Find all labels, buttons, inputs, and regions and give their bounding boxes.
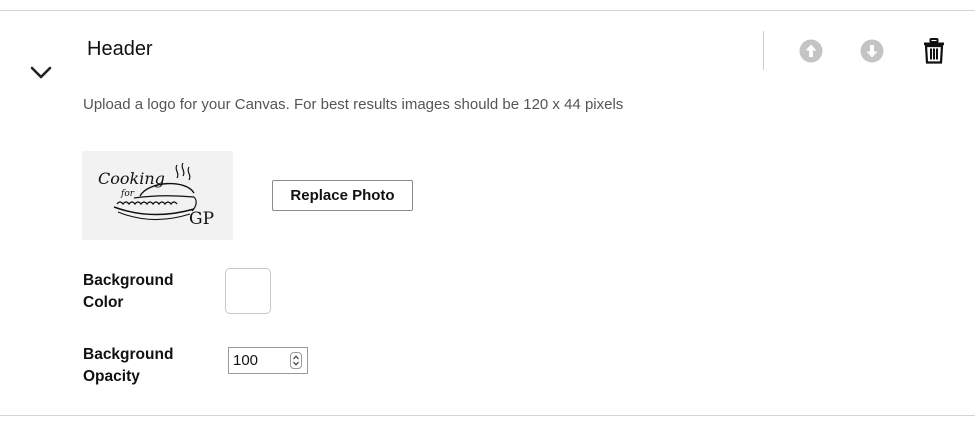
logo-text-gp: GP: [189, 209, 214, 229]
background-opacity-label: Background Opacity: [83, 346, 174, 385]
opacity-stepper[interactable]: [290, 352, 302, 369]
background-color-label: Background Color: [83, 272, 174, 311]
logo-preview: Cooking for GP: [82, 151, 233, 240]
background-opacity-field: [228, 347, 308, 374]
background-color-swatch[interactable]: [225, 268, 271, 314]
logo-upload-hint: Upload a logo for your Canvas. For best …: [83, 96, 624, 113]
delete-button[interactable]: [921, 38, 947, 64]
move-down-button[interactable]: [859, 38, 885, 64]
header-settings-panel: Header Upload a logo for your Canvas. Fo…: [0, 0, 975, 425]
top-divider: [0, 10, 975, 11]
chevron-down-icon: [30, 66, 52, 79]
background-opacity-input[interactable]: [229, 349, 289, 372]
move-up-button[interactable]: [798, 38, 824, 64]
trash-icon: [924, 38, 944, 64]
collapse-button[interactable]: [26, 60, 56, 86]
bottom-divider: [0, 415, 975, 416]
replace-photo-button[interactable]: Replace Photo: [272, 180, 413, 211]
arrow-up-circle-icon: [799, 39, 823, 63]
arrow-down-circle-icon: [860, 39, 884, 63]
actions-divider: [763, 31, 764, 70]
section-title: Header: [87, 38, 153, 60]
logo-text-for: for: [120, 189, 135, 199]
stepper-arrows-icon: [293, 355, 299, 366]
logo-image: Cooking for GP: [98, 162, 214, 229]
